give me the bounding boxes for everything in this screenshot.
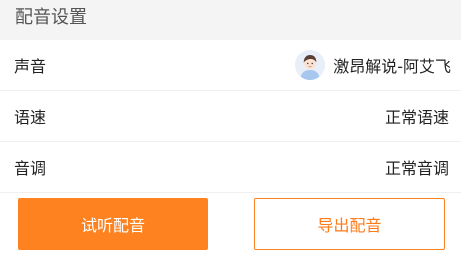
- page-title: 配音设置: [15, 7, 87, 28]
- export-voice-button[interactable]: 导出配音: [254, 198, 445, 250]
- voice-row[interactable]: 声音 激昂解说-阿艾飞: [0, 40, 461, 91]
- speed-value: 正常语速: [384, 108, 449, 127]
- user-avatar-icon: [295, 50, 326, 80]
- pitch-row[interactable]: 音调 正常音调: [0, 142, 461, 193]
- preview-voice-button[interactable]: 试听配音: [18, 198, 208, 250]
- voice-name: 激昂解说-阿艾飞: [333, 57, 451, 76]
- speed-label: 语速: [14, 108, 47, 127]
- voice-selector[interactable]: 激昂解说-阿艾飞: [295, 50, 451, 80]
- settings-header: 配音设置: [0, 0, 461, 40]
- pitch-value: 正常音调: [384, 159, 449, 178]
- voice-label: 声音: [14, 57, 47, 76]
- pitch-label: 音调: [14, 159, 47, 178]
- speed-row[interactable]: 语速 正常语速: [0, 91, 461, 142]
